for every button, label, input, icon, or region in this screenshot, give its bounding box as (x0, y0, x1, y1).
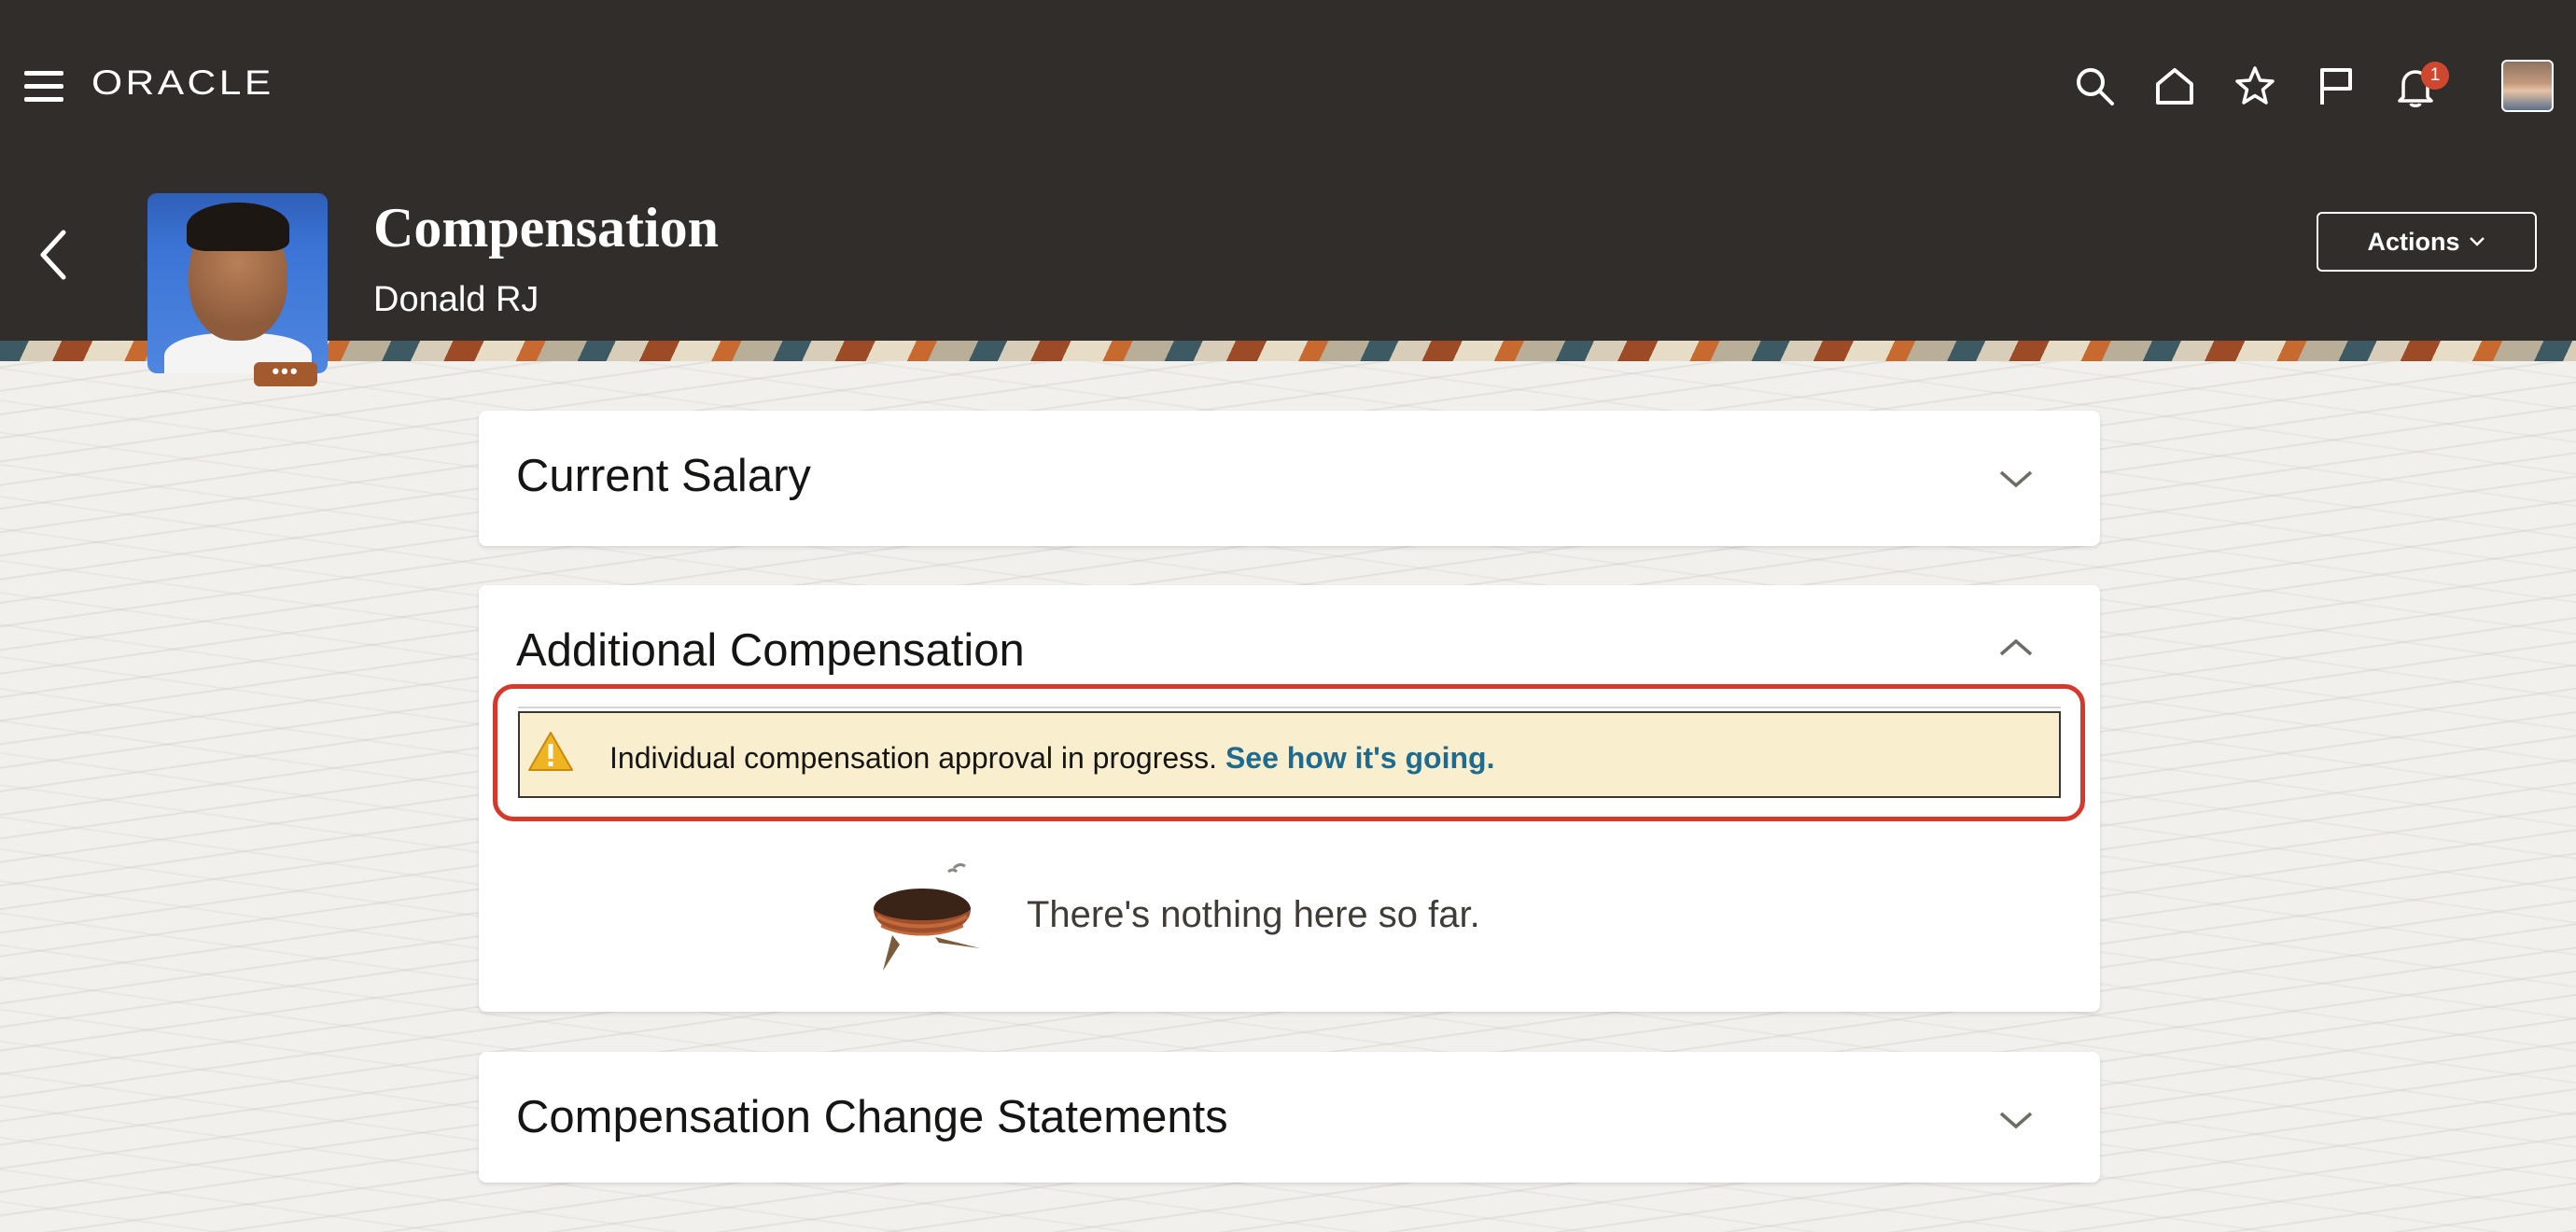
person-name: Donald RJ (373, 280, 539, 319)
page-title: Compensation (373, 197, 720, 259)
actions-button[interactable]: Actions (2317, 212, 2537, 272)
home-icon[interactable] (2152, 63, 2197, 108)
chevron-down-icon (2469, 237, 2485, 246)
compensation-change-statements-section: Compensation Change Statements (479, 1052, 2100, 1183)
actions-label: Actions (2367, 227, 2460, 256)
back-icon[interactable] (35, 227, 73, 283)
notification-badge: 1 (2421, 62, 2449, 90)
photo-more-button[interactable]: ••• (254, 361, 317, 386)
global-header: ORACLE 1 (0, 0, 2576, 177)
chevron-down-icon[interactable] (1995, 1106, 2037, 1134)
flag-icon[interactable] (2313, 63, 2358, 108)
chevron-up-icon[interactable] (1995, 634, 2037, 662)
section-title[interactable]: Current Salary (516, 450, 811, 502)
oracle-logo[interactable]: ORACLE (91, 63, 274, 103)
star-icon[interactable] (2233, 63, 2277, 108)
section-title[interactable]: Compensation Change Statements (516, 1091, 1228, 1143)
highlight-annotation (493, 684, 2085, 821)
chevron-down-icon[interactable] (1995, 465, 2037, 493)
menu-icon[interactable] (24, 71, 63, 103)
profile-photo (147, 193, 328, 373)
empty-state-message: There's nothing here so far. (1027, 894, 1480, 935)
section-title[interactable]: Additional Compensation (516, 624, 1025, 677)
search-icon[interactable] (2072, 63, 2117, 108)
header-banner-art (0, 341, 2576, 361)
empty-nest-icon (864, 851, 995, 973)
user-avatar[interactable] (2501, 60, 2554, 112)
current-salary-section: Current Salary (479, 411, 2100, 546)
